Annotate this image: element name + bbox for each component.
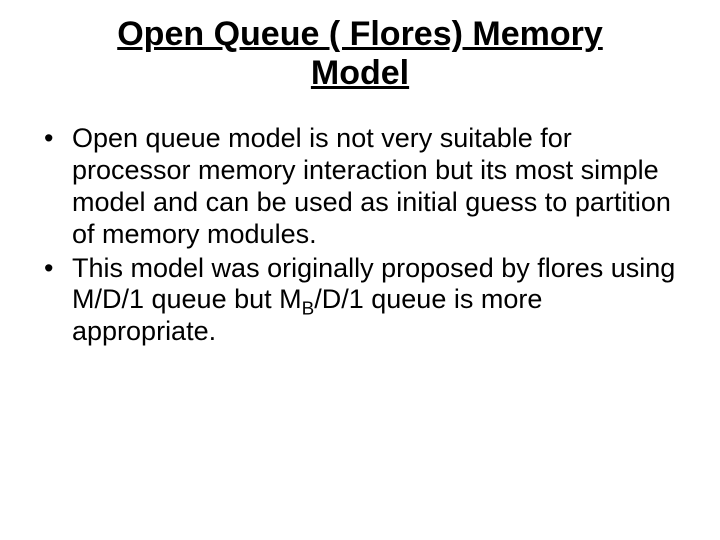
slide: Open Queue ( Flores) Memory Model • Open…	[0, 0, 720, 540]
subscript: B	[302, 299, 315, 320]
list-item: • Open queue model is not very suitable …	[44, 123, 690, 250]
list-item: • This model was originally proposed by …	[44, 253, 690, 349]
bullet-marker: •	[44, 123, 72, 250]
bullet-text: Open queue model is not very suitable fo…	[72, 123, 690, 250]
slide-title: Open Queue ( Flores) Memory Model	[90, 15, 630, 93]
bullet-list: • Open queue model is not very suitable …	[30, 123, 690, 348]
bullet-text: This model was originally proposed by fl…	[72, 253, 690, 349]
bullet-marker: •	[44, 253, 72, 349]
